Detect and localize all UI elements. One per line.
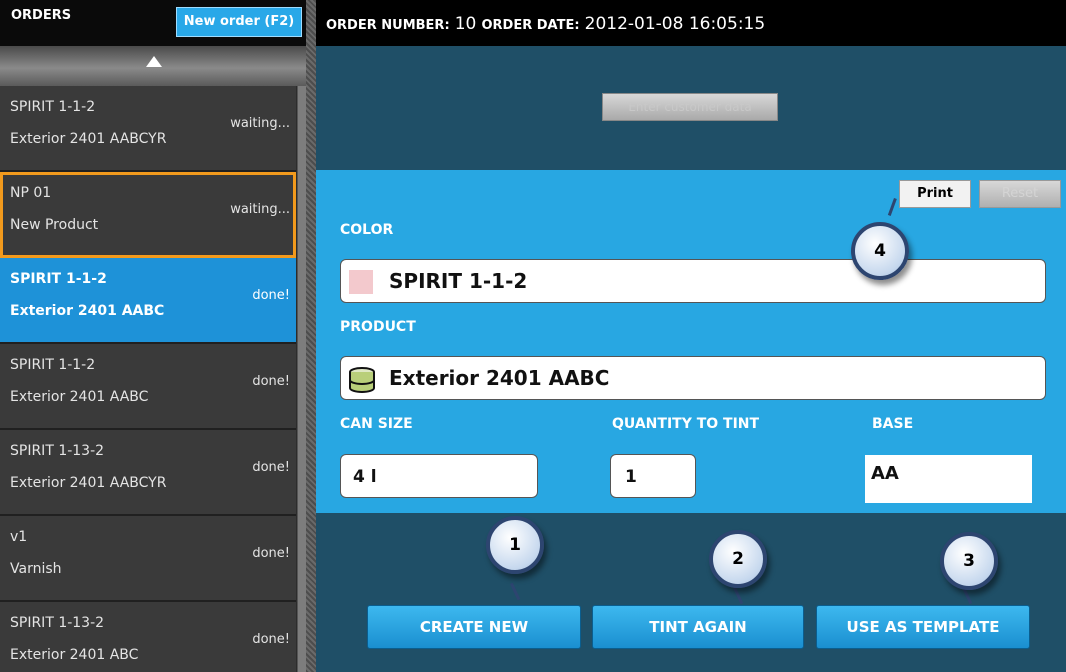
arrow-up-icon	[146, 56, 162, 67]
product-value: Exterior 2401 AABC	[389, 366, 610, 390]
can-size-value: 4 l	[353, 467, 377, 487]
order-color: NP 01	[10, 185, 52, 201]
tint-again-button[interactable]: TINT AGAIN	[592, 605, 804, 649]
orders-title: ORDERS	[11, 8, 72, 23]
order-product: Varnish	[10, 561, 62, 577]
order-color: SPIRIT 1-1-2	[10, 99, 96, 115]
order-product: Exterior 2401 AABC	[10, 303, 165, 319]
order-status: done!	[252, 546, 290, 561]
order-number: 10	[454, 14, 477, 34]
quantity-field[interactable]: 1	[610, 454, 696, 498]
enter-customer-data-button[interactable]: Enter customer data	[602, 93, 778, 121]
base-label: BASE	[872, 416, 914, 432]
order-color: SPIRIT 1-13-2	[10, 443, 105, 459]
create-new-button[interactable]: CREATE NEW	[367, 605, 581, 649]
order-number-label: ORDER NUMBER:	[326, 18, 450, 33]
order-color: SPIRIT 1-1-2	[10, 271, 107, 287]
product-label: PRODUCT	[340, 319, 416, 335]
base-value: AA	[871, 463, 899, 484]
order-header: ORDER NUMBER: 10 ORDER DATE: 2012-01-08 …	[316, 0, 1066, 46]
order-details-form: Print Reset COLOR SPIRIT 1-1-2 PRODUCT E…	[316, 170, 1066, 513]
order-product: Exterior 2401 AABCYR	[10, 475, 167, 491]
reset-button[interactable]: Reset	[979, 180, 1061, 208]
order-date: 2012-01-08 16:05:15	[584, 14, 766, 34]
order-color: SPIRIT 1-13-2	[10, 615, 105, 631]
list-item[interactable]: SPIRIT 1-1-2 Exterior 2401 AABC done!	[0, 344, 296, 430]
can-size-field[interactable]: 4 l	[340, 454, 538, 498]
order-status: done!	[252, 460, 290, 475]
list-item[interactable]: NP 01 New Product waiting...	[0, 172, 296, 258]
paint-can-icon	[349, 367, 375, 393]
callout-badge-2: 2	[709, 530, 767, 588]
order-status: waiting...	[230, 116, 290, 131]
order-color: v1	[10, 529, 28, 545]
orders-scrollbar[interactable]	[297, 86, 306, 672]
list-item[interactable]: SPIRIT 1-13-2 Exterior 2401 ABC done!	[0, 602, 296, 672]
orders-header: ORDERS New order (F2)	[0, 0, 306, 46]
list-item[interactable]: SPIRIT 1-1-2 Exterior 2401 AABC done!	[0, 258, 296, 344]
order-product: New Product	[10, 217, 99, 233]
order-status: done!	[252, 374, 290, 389]
order-product: Exterior 2401 ABC	[10, 647, 139, 663]
callout-badge-4: 4	[851, 222, 909, 280]
order-color: SPIRIT 1-1-2	[10, 357, 96, 373]
order-status: done!	[252, 632, 290, 647]
quantity-value: 1	[625, 467, 637, 487]
color-label: COLOR	[340, 222, 394, 238]
orders-list: SPIRIT 1-1-2 Exterior 2401 AABCYR waitin…	[0, 86, 296, 672]
panel-divider	[306, 0, 316, 672]
quantity-label: QUANTITY TO TINT	[612, 416, 760, 432]
use-as-template-button[interactable]: USE AS TEMPLATE	[816, 605, 1030, 649]
order-status: waiting...	[230, 202, 290, 217]
print-button[interactable]: Print	[899, 180, 971, 208]
list-item[interactable]: SPIRIT 1-1-2 Exterior 2401 AABCYR waitin…	[0, 86, 296, 172]
product-field[interactable]: Exterior 2401 AABC	[340, 356, 1046, 400]
list-item[interactable]: v1 Varnish done!	[0, 516, 296, 602]
list-item[interactable]: SPIRIT 1-13-2 Exterior 2401 AABCYR done!	[0, 430, 296, 516]
callout-badge-1: 1	[486, 516, 544, 574]
color-field[interactable]: SPIRIT 1-1-2	[340, 259, 1046, 303]
new-order-button[interactable]: New order (F2)	[176, 7, 302, 37]
order-date-label: ORDER DATE:	[481, 18, 580, 33]
base-field[interactable]: AA	[865, 455, 1032, 503]
color-value: SPIRIT 1-1-2	[389, 269, 528, 293]
orders-panel: ORDERS New order (F2) SPIRIT 1-1-2 Exter…	[0, 0, 306, 672]
can-size-label: CAN SIZE	[340, 416, 413, 432]
order-product: Exterior 2401 AABC	[10, 389, 149, 405]
color-swatch	[349, 270, 373, 294]
order-product: Exterior 2401 AABCYR	[10, 131, 167, 147]
callout-badge-3: 3	[940, 532, 998, 590]
order-status: done!	[252, 288, 290, 303]
